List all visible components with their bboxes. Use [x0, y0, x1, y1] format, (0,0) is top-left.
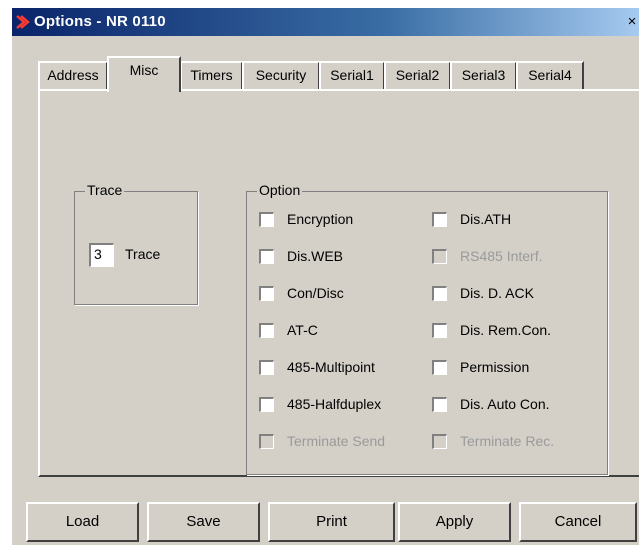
485-halfduplex-checkbox[interactable]	[259, 397, 274, 412]
485-halfduplex-label: 485-Halfduplex	[287, 396, 382, 412]
tab-serial4[interactable]: Serial4	[516, 61, 584, 89]
dis-rem-con-label: Dis. Rem.Con.	[460, 322, 552, 338]
485-multipoint-label: 485-Multipoint	[287, 359, 375, 375]
option-group: Option Encryption Dis.WEB Con/Disc AT-C …	[246, 182, 608, 475]
trace-level-input[interactable]: 3	[89, 243, 114, 267]
misc-tab-panel: Trace 3 Trace Option Encryption Dis.WEB …	[38, 89, 639, 477]
tab-serial2[interactable]: Serial2	[384, 61, 451, 89]
load-button[interactable]: Load	[26, 502, 139, 542]
con-disc-checkbox[interactable]	[259, 286, 274, 301]
terminate-rec-checkbox	[432, 434, 447, 449]
rs485-interf-label: RS485 Interf.	[460, 248, 543, 264]
con-disc-label: Con/Disc	[287, 285, 344, 301]
title-bar[interactable]: Options - NR 0110 ×	[12, 8, 639, 36]
trace-group-label: Trace	[85, 182, 125, 198]
apply-button[interactable]: Apply	[398, 502, 511, 542]
tab-address[interactable]: Address	[38, 61, 108, 89]
cancel-button[interactable]: Cancel	[519, 502, 637, 542]
tab-timers[interactable]: Timers	[180, 61, 243, 89]
permission-label: Permission	[460, 359, 530, 375]
dis-web-checkbox[interactable]	[259, 249, 274, 264]
options-dialog: Options - NR 0110 × Address Misc Timers …	[12, 8, 639, 545]
encryption-checkbox[interactable]	[259, 212, 274, 227]
dis-web-label: Dis.WEB	[287, 248, 343, 264]
dis-auto-con-label: Dis. Auto Con.	[460, 396, 550, 412]
tab-serial1[interactable]: Serial1	[319, 61, 385, 89]
close-icon[interactable]: ×	[625, 13, 639, 31]
print-button[interactable]: Print	[268, 502, 395, 542]
terminate-send-label: Terminate Send	[287, 433, 386, 449]
485-multipoint-checkbox[interactable]	[259, 360, 274, 375]
dis-rem-con-checkbox[interactable]	[432, 323, 447, 338]
at-c-label: AT-C	[287, 322, 318, 338]
tab-misc[interactable]: Misc	[107, 56, 181, 92]
tab-security[interactable]: Security	[242, 61, 320, 89]
trace-group: Trace 3 Trace	[74, 182, 198, 305]
tab-serial3[interactable]: Serial3	[450, 61, 517, 89]
dis-auto-con-checkbox[interactable]	[432, 397, 447, 412]
permission-checkbox[interactable]	[432, 360, 447, 375]
at-c-checkbox[interactable]	[259, 323, 274, 338]
dis-d-ack-checkbox[interactable]	[432, 286, 447, 301]
dis-ath-label: Dis.ATH	[460, 211, 512, 227]
terminate-rec-label: Terminate Rec.	[460, 433, 555, 449]
dis-ath-checkbox[interactable]	[432, 212, 447, 227]
save-button[interactable]: Save	[147, 502, 260, 542]
trace-label: Trace	[125, 246, 161, 262]
terminate-send-checkbox	[259, 434, 274, 449]
window-title: Options - NR 0110	[34, 13, 166, 30]
option-group-label: Option	[257, 182, 303, 198]
dis-d-ack-label: Dis. D. ACK	[460, 285, 534, 301]
encryption-label: Encryption	[287, 211, 354, 227]
rs485-interf-checkbox	[432, 249, 447, 264]
app-icon	[16, 15, 30, 29]
